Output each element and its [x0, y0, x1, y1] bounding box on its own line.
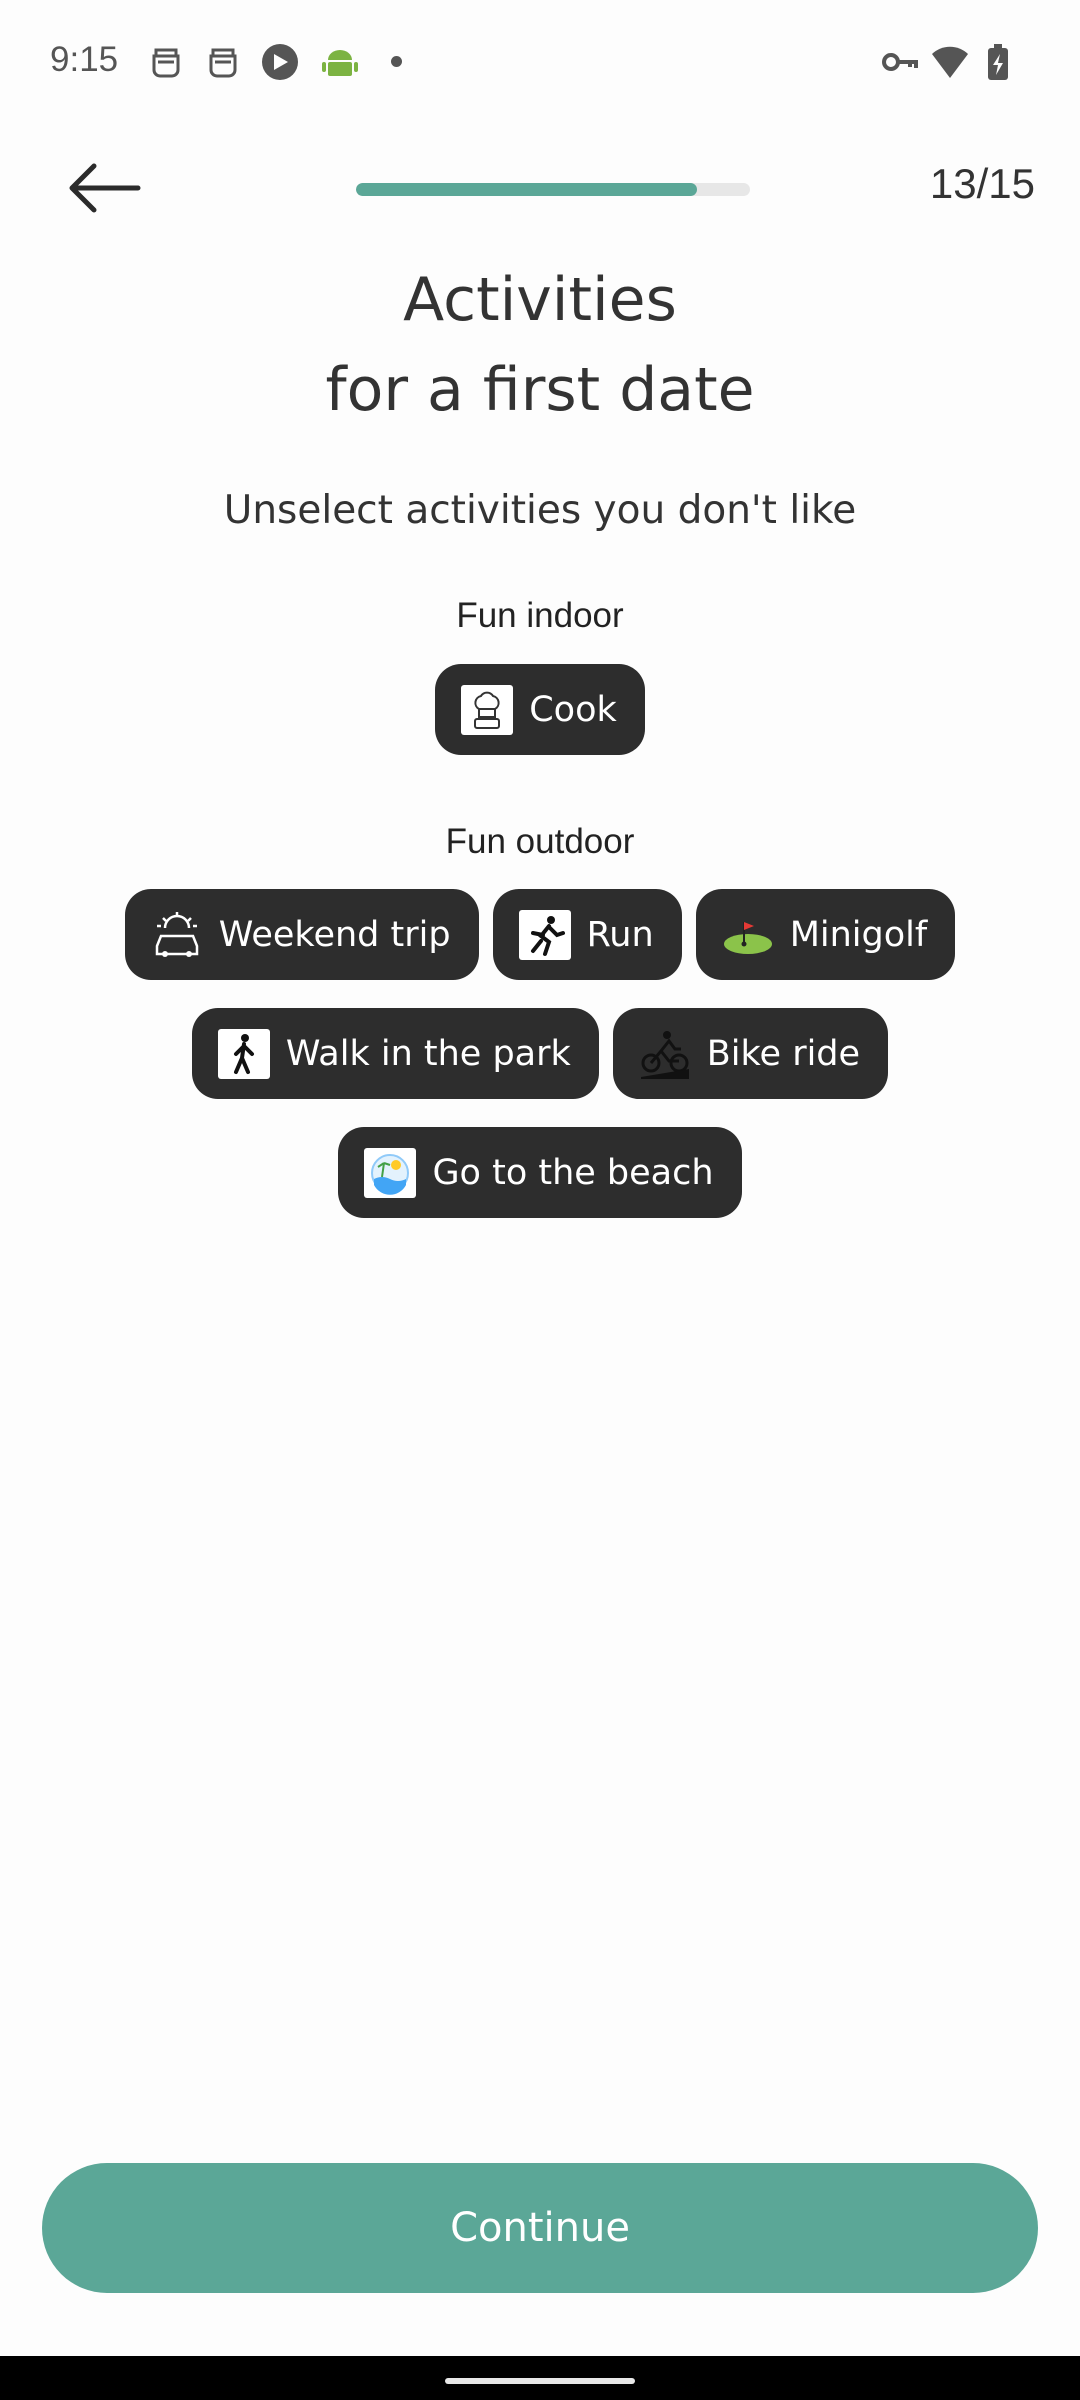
activity-chip-minigolf[interactable]: Minigolf — [695, 889, 956, 980]
walking-person-icon — [217, 1028, 270, 1079]
activity-chip-label: Go to the beach — [432, 1152, 714, 1193]
activity-chip-label: Run — [586, 914, 654, 955]
beach-icon — [364, 1147, 417, 1198]
cyclist-icon — [639, 1029, 691, 1079]
activity-chip-label: Cook — [529, 689, 617, 730]
page-title: Activities for a first date — [0, 255, 1080, 435]
wifi-icon — [932, 46, 968, 78]
status-bar: 9:15 — [0, 0, 1080, 124]
home-indicator[interactable] — [445, 2378, 635, 2384]
arrow-left-icon — [69, 163, 141, 213]
chip-row: Weekend trip Run Minigolf — [0, 889, 1080, 980]
activity-chip-walk-in-the-park[interactable]: Walk in the park — [191, 1008, 599, 1099]
activity-chip-label: Walk in the park — [285, 1033, 571, 1074]
activity-chip-bike-ride[interactable]: Bike ride — [612, 1008, 889, 1099]
step-counter: 13/15 — [929, 160, 1035, 207]
section-title-fun-indoor: Fun indoor — [456, 596, 624, 635]
chip-row: Cook — [0, 664, 1080, 755]
activity-chip-weekend-trip[interactable]: Weekend trip — [124, 889, 479, 980]
activity-chip-label: Minigolf — [789, 914, 928, 955]
android-icon — [322, 50, 358, 76]
dot-icon — [391, 56, 402, 67]
face-robot-icon — [209, 48, 237, 78]
back-button[interactable] — [66, 160, 146, 216]
chip-row: Walk in the park Bike ride — [0, 1008, 1080, 1099]
continue-button[interactable]: Continue — [42, 2163, 1038, 2293]
subtitle: Unselect activities you don't like — [223, 488, 857, 533]
activity-chip-run[interactable]: Run — [492, 889, 682, 980]
chip-row: Go to the beach — [0, 1127, 1080, 1218]
camera-shutter-icon — [262, 44, 298, 80]
progress-fill — [356, 183, 698, 196]
activity-chip-label: Weekend trip — [218, 914, 451, 955]
activity-chip-label: Bike ride — [706, 1033, 861, 1074]
golf-green-icon — [722, 910, 774, 960]
battery-charging-icon — [988, 44, 1008, 80]
section-title-fun-outdoor: Fun outdoor — [445, 822, 635, 861]
progress-bar — [356, 183, 750, 196]
car-sunrise-icon — [151, 910, 203, 960]
key-icon — [882, 53, 918, 71]
face-robot-icon — [152, 48, 180, 78]
chef-hat-icon — [461, 684, 514, 735]
page-title-line2: for a first date — [325, 355, 755, 425]
activity-chip-go-to-the-beach[interactable]: Go to the beach — [338, 1127, 742, 1218]
running-person-icon — [518, 909, 571, 960]
page-title-line1: Activities — [403, 265, 677, 335]
status-time: 9:15 — [50, 40, 119, 79]
activity-chip-cook[interactable]: Cook — [435, 664, 645, 755]
